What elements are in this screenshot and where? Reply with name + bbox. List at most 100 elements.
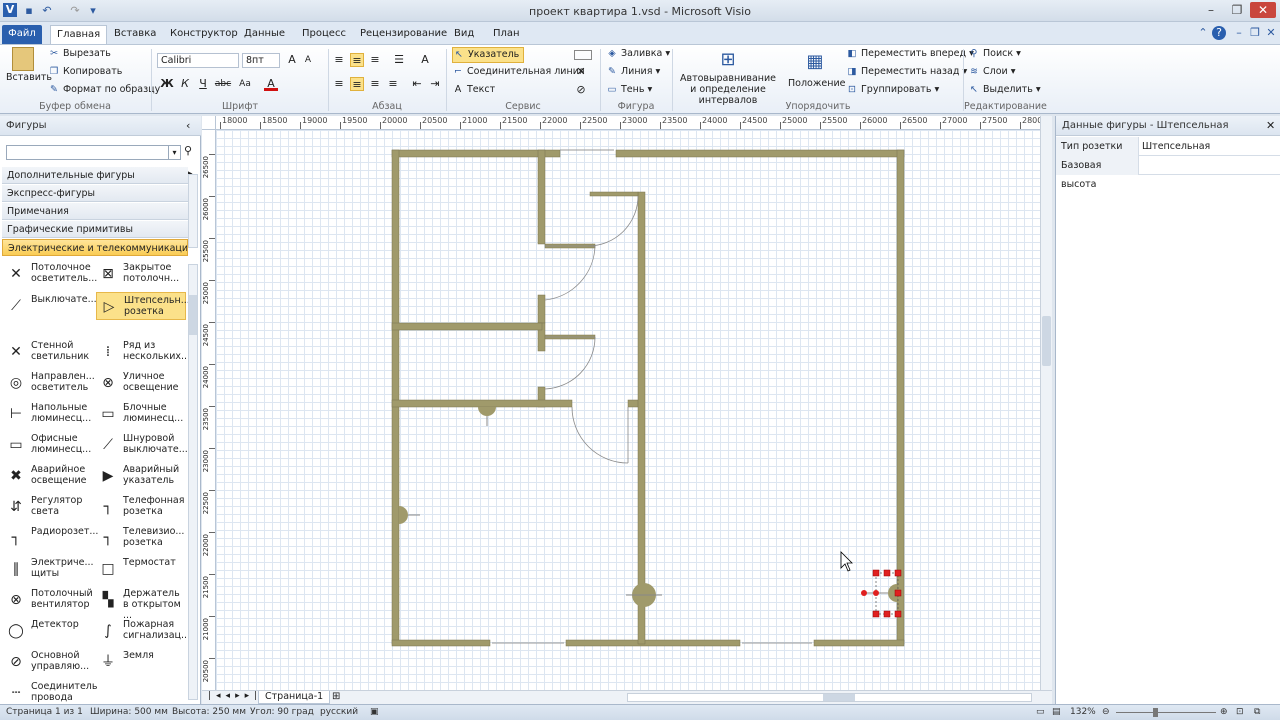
rectangle-tool-icon[interactable] <box>574 50 592 60</box>
collapse-panel-icon[interactable]: ‹ <box>186 119 190 132</box>
shape-item[interactable]: ⊗ Уличное освещение <box>96 369 186 397</box>
copy-button[interactable]: ❐ Копировать <box>48 65 123 79</box>
increase-indent-icon[interactable]: ⇥ <box>428 77 442 91</box>
tab-file[interactable]: Файл <box>2 25 42 44</box>
zoom-slider-thumb[interactable] <box>1153 708 1158 717</box>
zoom-in-icon[interactable]: ⊕ <box>1220 705 1228 720</box>
wall[interactable] <box>391 639 491 647</box>
vertical-ruler[interactable]: 26500 26000 25500 25000 24500 24000 23500 23000… <box>202 130 216 690</box>
shape-item[interactable]: ┐ Телевизио... розетка <box>96 524 186 552</box>
selection-handle[interactable] <box>883 569 891 577</box>
shape-item[interactable]: ◎ Направлен... осветитель <box>4 369 95 397</box>
horizontal-scrollbar[interactable] <box>627 693 1032 702</box>
auto-align-button[interactable]: ⊞ Автовыравнивание и определение интерва… <box>676 47 780 106</box>
shape-item[interactable]: ⊘ Основной управляю... <box>4 648 94 676</box>
wall[interactable] <box>565 639 741 647</box>
tab-data[interactable]: Данные <box>238 25 291 44</box>
grow-font-icon[interactable]: A <box>285 53 299 67</box>
format-painter-button[interactable]: ✎ Формат по образцу <box>48 83 160 97</box>
switch-windows-icon[interactable]: ⧉ <box>1254 705 1260 720</box>
shape-item[interactable]: ⇵ Регулятор света <box>4 493 94 521</box>
zoom-out-icon[interactable]: ⊖ <box>1102 705 1110 720</box>
horizontal-ruler[interactable]: 18000 18500 19000 19500 20000 20500 21000 21500… <box>216 116 1042 130</box>
shape-item[interactable]: ∥ Электриче... щиты <box>4 555 94 583</box>
horizontal-scroll-thumb[interactable] <box>823 694 855 701</box>
align-center-icon[interactable]: ≡ <box>350 77 364 91</box>
vertical-scroll-thumb[interactable] <box>1042 316 1051 366</box>
page-nav-icons[interactable]: |◂◂▸▸| <box>208 691 262 701</box>
font-name-box[interactable]: Calibri <box>157 53 239 68</box>
shape-item[interactable]: ✖ Аварийное освещение <box>4 462 94 490</box>
bullets-icon[interactable]: ☰ <box>392 53 406 67</box>
paste-button[interactable]: Вставить <box>6 47 52 85</box>
text-direction-icon[interactable]: A <box>418 53 432 67</box>
stencil-item[interactable]: Дополнительные фигуры <box>2 167 188 184</box>
connector-tool-button[interactable]: ⌐ Соединительная линия <box>452 65 585 79</box>
send-backward-button[interactable]: ◨ Переместить назад ▾ <box>846 65 968 79</box>
vertical-scrollbar[interactable] <box>1040 116 1052 690</box>
search-dropdown-icon[interactable]: ▾ <box>168 146 180 159</box>
full-screen-icon[interactable]: ▭ <box>1036 705 1045 720</box>
macro-record-icon[interactable]: ▣ <box>370 705 379 720</box>
selection-handle[interactable] <box>894 610 902 618</box>
align-top-icon[interactable]: ≡ <box>332 53 346 67</box>
find-button[interactable]: ⚲ Поиск ▾ <box>968 47 1021 61</box>
shape-item[interactable]: ⁞ Ряд из нескольких... <box>96 338 190 366</box>
shape-item[interactable]: ▷ Штепсельн... розетка <box>96 292 190 320</box>
zoom-slider[interactable] <box>1116 712 1216 713</box>
decrease-indent-icon[interactable]: ⇤ <box>410 77 424 91</box>
tab-home[interactable]: Главная <box>50 25 108 44</box>
search-icon[interactable]: ⚲ <box>184 144 192 157</box>
shape-search-input[interactable]: ▾ <box>6 145 181 160</box>
shape-item[interactable]: ⟋ Выключате... <box>4 292 97 320</box>
shape-item[interactable]: ┄ Соединитель провода <box>4 679 98 707</box>
drawing-page[interactable] <box>216 130 1042 690</box>
layers-button[interactable]: ≋ Слои ▾ <box>968 65 1015 79</box>
shape-item[interactable]: □ Термостат <box>96 555 186 583</box>
tab-view[interactable]: Вид <box>448 25 480 44</box>
doc-minimize-icon[interactable]: – <box>1232 26 1246 40</box>
status-zoom[interactable]: 132% <box>1070 705 1096 720</box>
tab-review[interactable]: Рецензирование <box>354 25 453 44</box>
underline-icon[interactable]: Ч <box>196 77 210 91</box>
wall[interactable] <box>391 149 561 158</box>
wall[interactable] <box>589 191 639 197</box>
bring-forward-button[interactable]: ◧ Переместить вперед ▾ <box>846 47 974 61</box>
align-right-icon[interactable]: ≡ <box>368 77 382 91</box>
selection-handle[interactable] <box>894 589 902 597</box>
cut-button[interactable]: ✂ Вырезать <box>48 47 111 61</box>
tab-design[interactable]: Конструктор <box>164 25 244 44</box>
align-middle-icon[interactable]: ≡ <box>350 53 364 67</box>
close-icon[interactable]: ✕ <box>1250 2 1276 18</box>
font-size-box[interactable]: 8пт <box>242 53 280 68</box>
connection-handle[interactable] <box>873 590 879 596</box>
shape-item[interactable]: ◯ Детектор <box>4 617 94 645</box>
presentation-icon[interactable]: ▤ <box>1052 705 1061 720</box>
pointer-tool-button[interactable]: ↖ Указатель <box>452 47 525 63</box>
property-value[interactable]: Штепсельная <box>1142 137 1210 156</box>
fit-page-icon[interactable]: ⊡ <box>1236 705 1244 720</box>
shape-item[interactable]: ✕ Стенной светильник <box>4 338 94 366</box>
shape-item[interactable]: ┐ Телефонная розетка <box>96 493 186 521</box>
shape-item[interactable]: ⟋ Шнуровой выключате... <box>96 431 188 459</box>
property-row[interactable]: Тип розетки Штепсельная <box>1056 137 1280 156</box>
selection-handle[interactable] <box>872 610 880 618</box>
shape-item[interactable]: ┐ Радиорозет... <box>4 524 99 552</box>
line-button[interactable]: ✎ Линия ▾ <box>606 65 660 79</box>
shape-item[interactable]: ⊠ Закрытое потолочн... <box>96 260 186 288</box>
selection-handle[interactable] <box>872 569 880 577</box>
minimize-icon[interactable]: – <box>1198 2 1224 18</box>
minimize-ribbon-icon[interactable]: ⌃ <box>1196 26 1210 40</box>
align-left-icon[interactable]: ≡ <box>332 77 346 91</box>
tab-insert[interactable]: Вставка <box>108 25 162 44</box>
outlet-symbol[interactable] <box>399 506 408 524</box>
align-bottom-icon[interactable]: ≡ <box>368 53 382 67</box>
stencil-item[interactable]: Экспресс-фигуры <box>2 185 188 202</box>
shape-item[interactable]: ▚ Держатель в открытом ... <box>96 586 186 621</box>
change-case-icon[interactable]: Aa <box>236 77 254 91</box>
wall[interactable] <box>391 322 543 331</box>
outlet-symbol[interactable] <box>478 407 496 416</box>
selection-handle[interactable] <box>883 610 891 618</box>
connection-handle[interactable] <box>861 590 867 596</box>
shape-item[interactable]: ▭ Блочные люминесц... <box>96 400 186 428</box>
